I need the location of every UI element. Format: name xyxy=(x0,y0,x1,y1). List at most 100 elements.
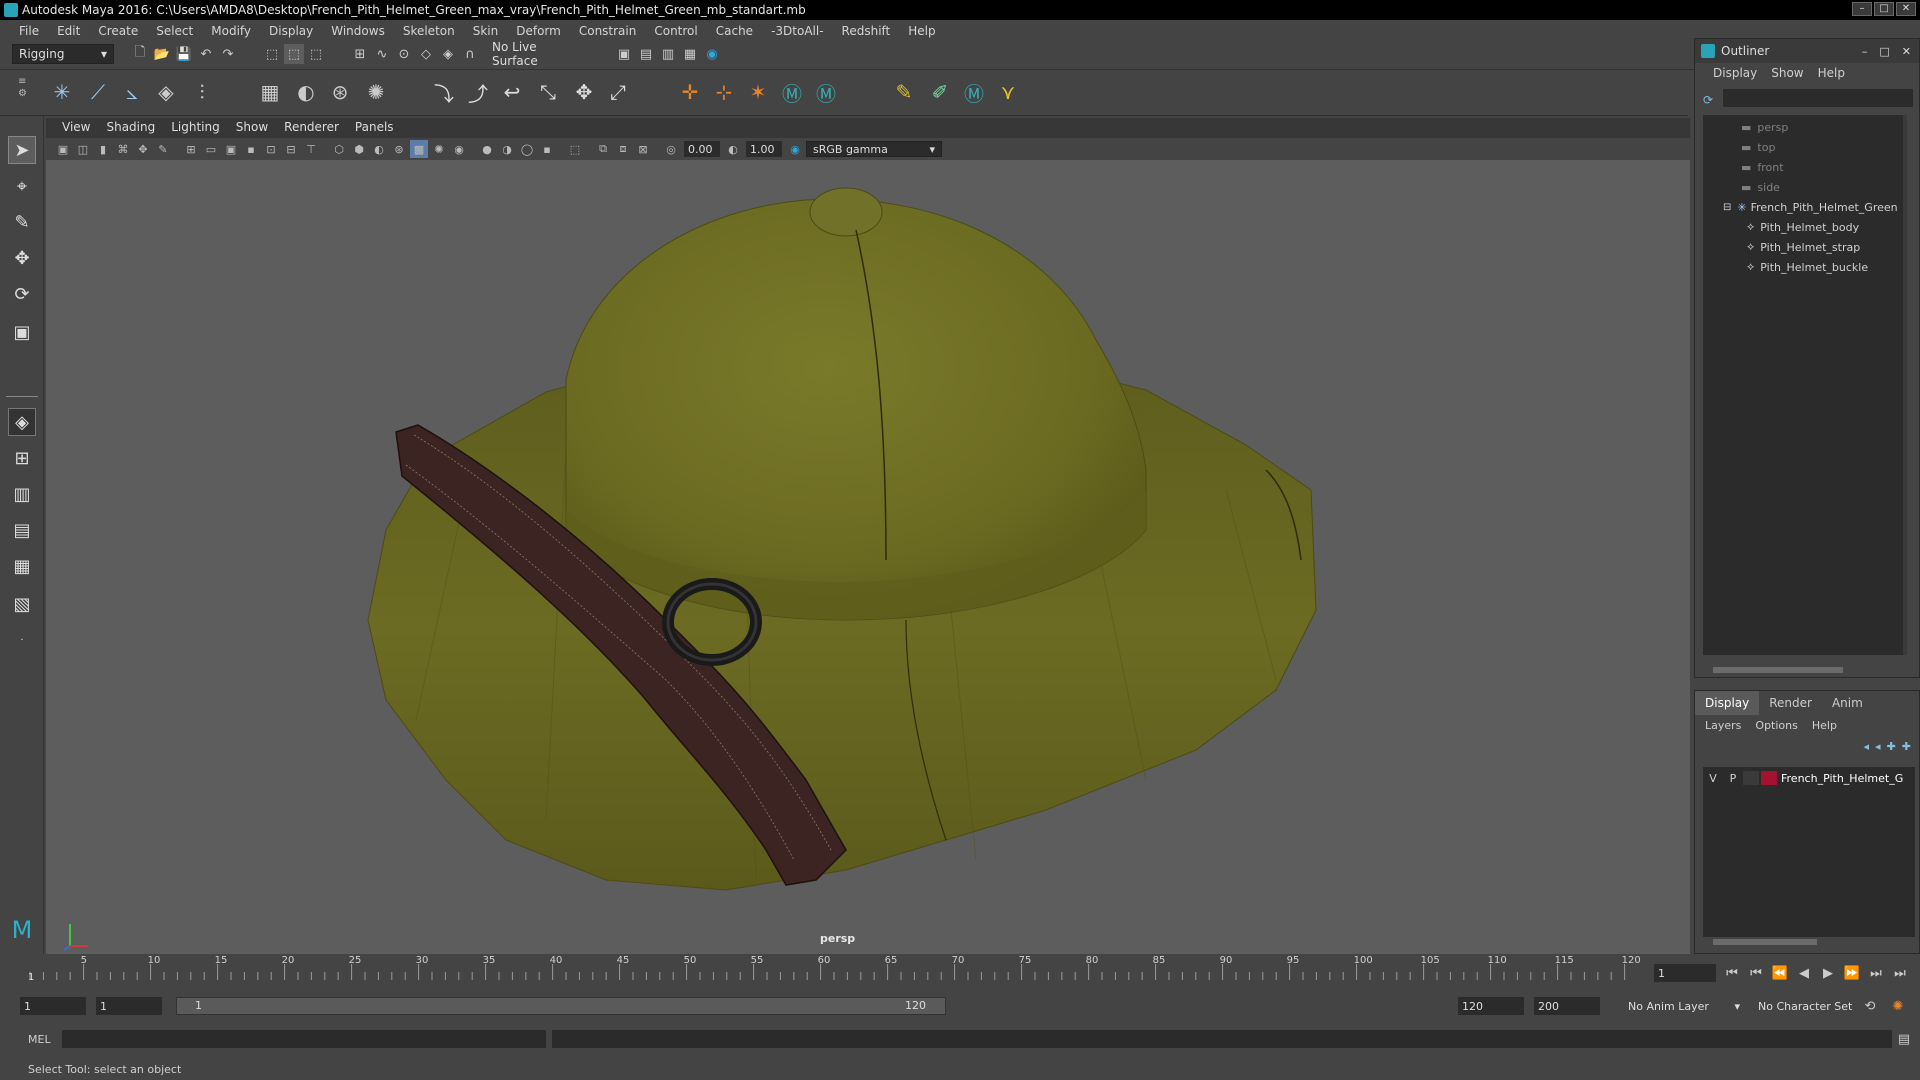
layers-menu-layers[interactable]: Layers xyxy=(1705,719,1741,732)
menuset-dropdown[interactable]: Rigging ▾ xyxy=(12,44,114,64)
use-default-material-icon[interactable]: ◐ xyxy=(370,140,388,158)
xray-icon[interactable]: ⧉ xyxy=(594,140,612,158)
viewport-menu-panels[interactable]: Panels xyxy=(347,120,402,138)
pole-vector-icon[interactable]: ⤢ xyxy=(604,78,632,106)
outliner-search-input[interactable] xyxy=(1723,89,1913,107)
current-frame-field[interactable]: 1 xyxy=(1654,964,1716,982)
menu-redshift[interactable]: Redshift xyxy=(833,24,900,38)
mirror-joint-icon[interactable]: ✶ xyxy=(744,78,772,106)
time-slider[interactable]: 5 10 15 20 25 30 35 40 45 50 55 60 65 70 75 80 85 90 95 100… xyxy=(22,954,1688,984)
grease-pencil-icon[interactable]: ✎ xyxy=(154,140,172,158)
single-pane-layout-icon[interactable]: ◈ xyxy=(8,408,36,436)
shadows-icon[interactable]: ◉ xyxy=(450,140,468,158)
paint-weights-icon[interactable]: ✎ xyxy=(890,78,918,106)
menu-control[interactable]: Control xyxy=(645,24,706,38)
camera-select-icon[interactable]: ▣ xyxy=(54,140,72,158)
auto-key-icon[interactable]: ⟲ xyxy=(1860,996,1880,1016)
parent-constraint-icon[interactable]: ⤵ xyxy=(430,78,458,106)
two-d-pan-icon[interactable]: ✥ xyxy=(134,140,152,158)
render-view-icon[interactable]: ▣ xyxy=(614,44,634,64)
move-layer-up-icon[interactable]: ◂ xyxy=(1864,740,1870,753)
playback-end-field[interactable]: 120 xyxy=(1458,997,1524,1015)
hypershade-icon[interactable]: ◉ xyxy=(702,44,722,64)
outliner-item-group[interactable]: ⊟ ✳ French_Pith_Helmet_Green xyxy=(1723,197,1898,217)
start-time-field[interactable]: 1 xyxy=(20,997,86,1015)
bookmark-icon[interactable]: ▮ xyxy=(94,140,112,158)
skeleton-icon[interactable]: ⫶ xyxy=(188,78,216,106)
tab-display[interactable]: Display xyxy=(1695,691,1760,715)
color-management-icon[interactable]: ◉ xyxy=(786,140,804,158)
outliner-menu-help[interactable]: Help xyxy=(1818,66,1845,80)
viewport-menu-renderer[interactable]: Renderer xyxy=(276,120,347,138)
current-time-indicator[interactable]: 1 xyxy=(28,972,34,983)
ik-handle-icon[interactable]: ⟋ xyxy=(84,78,112,106)
menu-file[interactable]: File xyxy=(10,24,48,38)
menu-deform[interactable]: Deform xyxy=(507,24,570,38)
menu-skin[interactable]: Skin xyxy=(464,24,508,38)
maximize-button[interactable]: □ xyxy=(1879,45,1889,58)
outliner-item-persp[interactable]: ▬ persp xyxy=(1741,117,1788,137)
step-forward-frame-icon[interactable]: ⏩ xyxy=(1842,963,1862,983)
anim-layer-dropdown[interactable]: No Anim Layer ▾ xyxy=(1622,997,1746,1015)
orient-constraint-icon[interactable]: ↩ xyxy=(498,78,526,106)
snap-curve-icon[interactable]: ∿ xyxy=(372,44,392,64)
move-tool-icon[interactable]: ✥ xyxy=(8,244,36,272)
snap-plane-icon[interactable]: ◇ xyxy=(416,44,436,64)
ipr-render-icon[interactable]: ▥ xyxy=(658,44,678,64)
gate-mask-icon[interactable]: ▪ xyxy=(242,140,260,158)
outliner-vertical-scrollbar[interactable] xyxy=(1903,115,1907,655)
component-editor-icon[interactable]: ✐ xyxy=(926,78,954,106)
color-space-dropdown[interactable]: sRGB gamma ▾ xyxy=(806,141,942,157)
film-gate-icon[interactable]: ▭ xyxy=(202,140,220,158)
menu-3dtoall[interactable]: -3DtoAll- xyxy=(762,24,832,38)
move-layer-down-icon[interactable]: ◂ xyxy=(1875,740,1881,753)
select-hierarchy-icon[interactable]: ⬚ xyxy=(262,44,282,64)
lattice-icon[interactable]: ▦ xyxy=(256,78,284,106)
snap-point-icon[interactable]: ⊙ xyxy=(394,44,414,64)
vertex-snap-icon[interactable]: ⋎ xyxy=(994,78,1022,106)
hik-icon[interactable]: Ⓜ xyxy=(778,78,806,106)
step-back-key-icon[interactable]: ⏮ xyxy=(1746,963,1766,983)
play-forwards-icon[interactable]: ▶ xyxy=(1818,963,1838,983)
viewport-menu-show[interactable]: Show xyxy=(228,120,276,138)
close-button[interactable]: ✕ xyxy=(1902,45,1911,58)
open-scene-icon[interactable]: 📂 xyxy=(152,44,172,64)
layers-menu-options[interactable]: Options xyxy=(1755,719,1797,732)
wireframe-on-shaded-icon[interactable]: ⊛ xyxy=(390,140,408,158)
safe-action-icon[interactable]: ⊟ xyxy=(282,140,300,158)
lasso-tool-icon[interactable]: ⌖ xyxy=(8,172,36,200)
undo-icon[interactable]: ↶ xyxy=(196,44,216,64)
more-layouts-icon[interactable]: · xyxy=(8,626,36,654)
outliner-item-top[interactable]: ▬ top xyxy=(1741,137,1775,157)
scale-tool-icon[interactable]: ▣ xyxy=(8,318,36,346)
layer-type-toggle[interactable] xyxy=(1743,771,1759,785)
tab-render[interactable]: Render xyxy=(1759,691,1822,715)
layer-visibility-toggle[interactable]: V xyxy=(1703,772,1723,785)
menu-constrain[interactable]: Constrain xyxy=(570,24,646,38)
snap-magnet-icon[interactable]: ∩ xyxy=(460,44,480,64)
sculpt-icon[interactable]: ✺ xyxy=(362,78,390,106)
minimize-button[interactable]: – xyxy=(1862,45,1868,58)
select-tool-icon[interactable]: ➤ xyxy=(8,136,36,164)
minimize-button[interactable]: – xyxy=(1852,2,1872,16)
outliner-menu-show[interactable]: Show xyxy=(1771,66,1803,80)
xray-joints-icon[interactable]: ⧈ xyxy=(614,140,632,158)
use-all-lights-icon[interactable]: ✺ xyxy=(430,140,448,158)
exposure-field[interactable]: 0.00 xyxy=(684,141,720,157)
range-slider[interactable]: 1 120 xyxy=(176,997,946,1015)
outliner-horizontal-scrollbar[interactable] xyxy=(1713,667,1843,673)
shelf-options-icon[interactable]: ≡ ⚙ xyxy=(18,76,30,110)
aim-constraint-icon[interactable]: ✥ xyxy=(570,78,598,106)
character-control-icon[interactable]: Ⓜ xyxy=(812,78,840,106)
bind-skin-icon[interactable]: ◈ xyxy=(152,78,180,106)
outliner-item-body[interactable]: ⟡ Pith_Helmet_body xyxy=(1747,217,1859,237)
menu-create[interactable]: Create xyxy=(89,24,147,38)
wireframe-icon[interactable]: ⬡ xyxy=(330,140,348,158)
tab-anim[interactable]: Anim xyxy=(1822,691,1873,715)
menu-select[interactable]: Select xyxy=(147,24,202,38)
camera-attributes-icon[interactable]: ◫ xyxy=(74,140,92,158)
cluster-icon[interactable]: ◐ xyxy=(292,78,320,106)
safe-title-icon[interactable]: ⊤ xyxy=(302,140,320,158)
locator-icon[interactable]: ✛ xyxy=(676,78,704,106)
layer-color-swatch[interactable] xyxy=(1761,771,1777,785)
